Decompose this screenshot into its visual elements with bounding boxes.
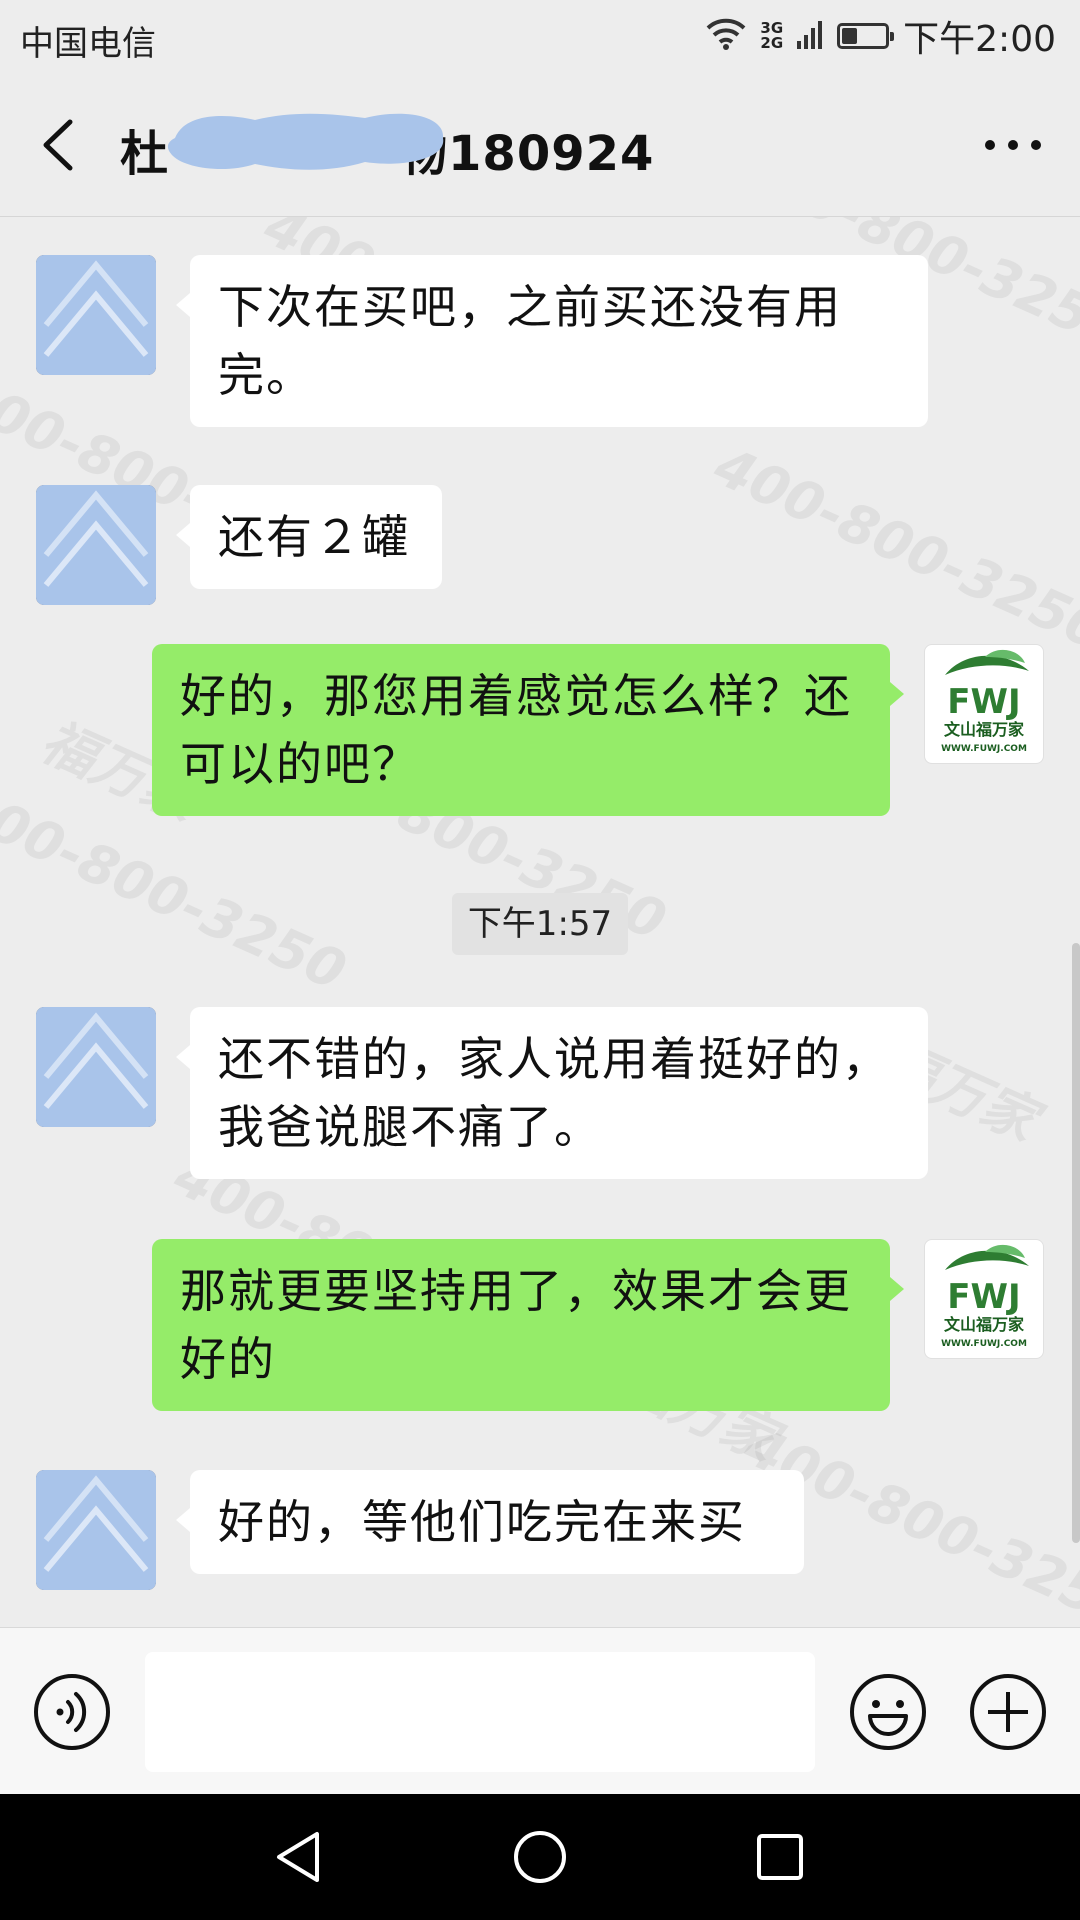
message-bubble-peer[interactable]: 还有２罐 — [176, 485, 442, 589]
circle-home-icon — [514, 1831, 566, 1883]
fwj-logo-icon: FWJ 文山福万家 WWW.FUWJ.COM — [941, 649, 1029, 754]
logo-text: FWJ — [947, 1277, 1020, 1317]
message-bubble-self[interactable]: 那就更要坚持用了，效果才会更好的 — [152, 1239, 904, 1411]
nav-recents-button[interactable] — [745, 1822, 815, 1892]
timestamp: 下午1:57 — [452, 893, 628, 955]
fwj-logo-icon: FWJ 文山福万家 WWW.FUWJ.COM — [941, 1244, 1029, 1349]
peer-avatar[interactable] — [36, 1470, 156, 1590]
input-bar — [0, 1627, 1080, 1795]
wifi-icon — [706, 18, 746, 54]
peer-avatar[interactable] — [36, 1007, 156, 1127]
more-button[interactable] — [978, 120, 1048, 170]
logo-url: WWW.FUWJ.COM — [941, 744, 1027, 754]
network-bottom: 2G — [760, 34, 784, 52]
triangle-back-icon — [277, 1832, 319, 1882]
self-avatar[interactable]: FWJ 文山福万家 WWW.FUWJ.COM — [924, 1239, 1044, 1359]
battery-icon — [837, 23, 895, 49]
square-recents-icon — [757, 1834, 803, 1880]
nav-home-button[interactable] — [505, 1822, 575, 1892]
clock: 下午2:00 — [903, 19, 1056, 60]
chat-header: 杜物180924 — [0, 76, 1080, 217]
system-nav-bar — [0, 1794, 1080, 1920]
self-avatar[interactable]: FWJ 文山福万家 WWW.FUWJ.COM — [924, 644, 1044, 764]
logo-url: WWW.FUWJ.COM — [941, 1339, 1027, 1349]
network-type: 3G 2G — [760, 21, 783, 51]
message-list[interactable]: 400-800-3250 400-800-3250 400-800-3250 4… — [0, 217, 1080, 1627]
scrollbar[interactable] — [1072, 943, 1080, 1543]
message-bubble-peer[interactable]: 好的，等他们吃完在来买 — [176, 1470, 804, 1574]
battery-fill — [842, 28, 858, 44]
plus-circle-icon — [970, 1674, 1046, 1750]
peer-avatar[interactable] — [36, 485, 156, 605]
chat-title-prefix: 杜 — [120, 126, 170, 182]
redaction-blur — [167, 113, 444, 170]
message-bubble-self[interactable]: 好的，那您用着感觉怎么样？还可以的吧？ — [152, 644, 904, 816]
emoji-button[interactable] — [848, 1672, 928, 1752]
nav-back-button[interactable] — [265, 1822, 335, 1892]
logo-cn: 文山福万家 — [944, 1315, 1025, 1334]
voice-icon — [34, 1674, 110, 1750]
chevron-left-icon — [43, 119, 73, 171]
signal-icon — [797, 19, 823, 53]
peer-avatar[interactable] — [36, 255, 156, 375]
message-bubble-peer[interactable]: 还不错的，家人说用着挺好的，我爸说腿不痛了。 — [176, 1007, 928, 1179]
more-horizontal-icon — [985, 140, 1041, 150]
carrier-label: 中国电信 — [20, 24, 156, 64]
plus-button[interactable] — [968, 1672, 1048, 1752]
watermark: 400-800-3250 — [705, 434, 1080, 663]
logo-cn: 文山福万家 — [944, 720, 1025, 739]
status-icons: 3G 2G 下午2:00 — [706, 14, 1056, 60]
logo-text: FWJ — [947, 682, 1020, 722]
back-button[interactable] — [28, 110, 98, 180]
emoji-icon — [850, 1674, 926, 1750]
message-input[interactable] — [145, 1652, 815, 1772]
status-bar: 中国电信 3G 2G 下午2:00 — [0, 0, 1080, 76]
message-bubble-peer[interactable]: 下次在买吧，之前买还没有用完。 — [176, 255, 928, 427]
voice-button[interactable] — [32, 1672, 112, 1752]
